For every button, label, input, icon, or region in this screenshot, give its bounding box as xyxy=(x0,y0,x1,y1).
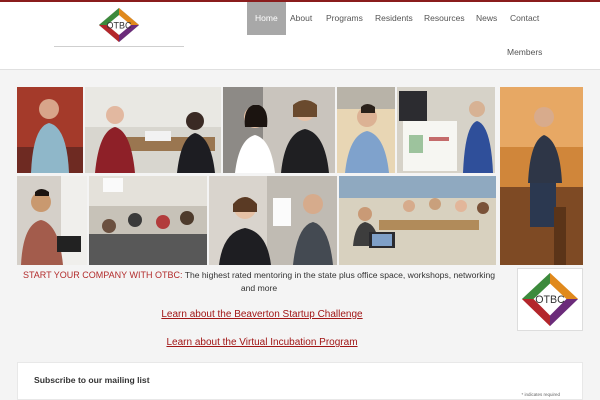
photo-classroom xyxy=(339,176,496,265)
photo-speaker-mic xyxy=(17,87,83,173)
hero-headline: START YOUR COMPANY WITH OTBC: The highes… xyxy=(17,269,501,295)
photo-presentation-screen xyxy=(397,87,495,173)
nav-contact[interactable]: Contact xyxy=(502,2,547,35)
nav-home[interactable]: Home xyxy=(247,2,286,35)
photo-two-women xyxy=(223,87,335,173)
headline-body: The highest rated mentoring in the state… xyxy=(184,270,496,293)
otbc-side-logo: OTBC xyxy=(517,268,583,331)
nav-programs[interactable]: Programs xyxy=(318,2,371,35)
main-nav: Home About Programs Residents Resources … xyxy=(247,2,600,70)
photo-seated-speaker xyxy=(500,87,583,265)
subscribe-panel: Subscribe to our mailing list * indicate… xyxy=(17,362,583,400)
subscribe-title: Subscribe to our mailing list xyxy=(34,375,150,385)
nav-members[interactable]: Members xyxy=(499,36,550,69)
photo-collage xyxy=(17,87,583,265)
required-note: * indicates required xyxy=(521,392,560,397)
nav-residents[interactable]: Residents xyxy=(367,2,421,35)
photo-man-gesturing xyxy=(337,87,395,173)
nav-news[interactable]: News xyxy=(468,2,505,35)
site-header: OTBC Home About Programs Residents Resou… xyxy=(0,2,600,70)
nav-resources[interactable]: Resources xyxy=(416,2,473,35)
nav-about[interactable]: About xyxy=(282,2,320,35)
headline-accent: START YOUR COMPANY WITH OTBC: xyxy=(22,270,183,280)
logo-divider xyxy=(54,46,184,47)
otbc-logo[interactable]: OTBC xyxy=(98,7,140,43)
photo-panel-pair xyxy=(209,176,337,265)
side-logo-text: OTBC xyxy=(535,294,565,306)
photo-mentoring-table xyxy=(85,87,221,173)
photo-workshop-audience xyxy=(89,176,207,265)
logo-text: OTBC xyxy=(106,21,132,31)
startup-challenge-link[interactable]: Learn about the Beaverton Startup Challe… xyxy=(17,309,507,320)
virtual-incubation-link[interactable]: Learn about the Virtual Incubation Progr… xyxy=(17,337,507,348)
photo-man-plaid xyxy=(17,176,87,265)
